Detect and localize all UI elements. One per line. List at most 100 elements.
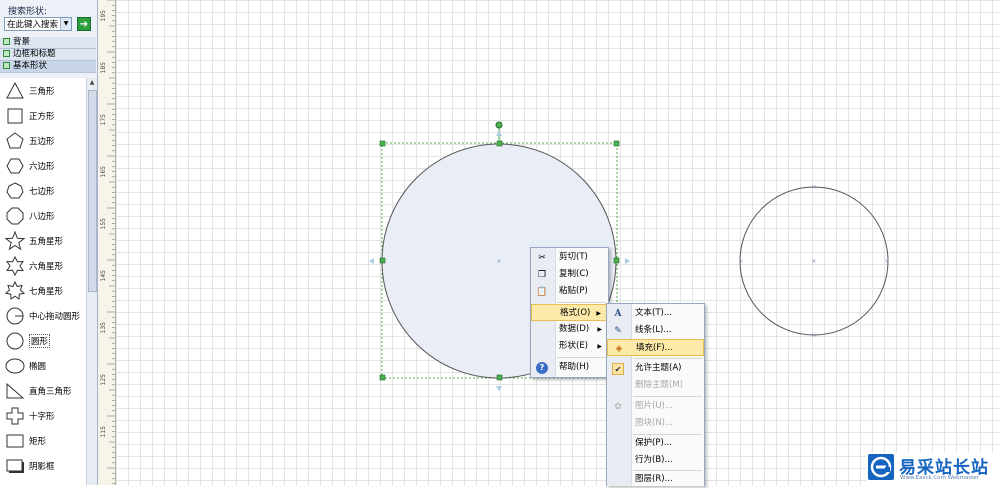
connection-point-icon: ×	[884, 258, 889, 265]
arrow-down-icon[interactable]	[496, 386, 502, 391]
ruler-label: 135	[100, 322, 107, 334]
shape-item-cross[interactable]: 十字形	[0, 403, 86, 428]
stencil-background[interactable]: 背景	[0, 37, 96, 49]
center-x-icon: ×	[811, 258, 816, 265]
resize-handle[interactable]	[379, 374, 386, 381]
submenu-item-picture: ✿ 图片(U)...	[607, 398, 704, 415]
square-icon	[7, 108, 23, 124]
submenu-item-layer[interactable]: 图层(R)...	[607, 471, 704, 488]
ruler-label: 145	[100, 270, 107, 282]
triangle-icon	[6, 81, 24, 99]
stencil-borders-titles[interactable]: 边框和标题	[0, 49, 96, 61]
menu-separator	[557, 302, 606, 303]
stencil-basic-shapes[interactable]: 基本形状	[0, 61, 96, 73]
stencil-icon	[3, 50, 10, 57]
connection-point-icon: ×	[738, 258, 743, 265]
connection-point-icon: ×	[811, 332, 816, 339]
drawing-layer: × × × × × ×	[369, 121, 890, 391]
watermark-subtitle: Www.Easck.Com Webmaster	[900, 475, 980, 481]
search-placeholder: 在此键入搜索	[7, 20, 59, 30]
submenu-arrow-icon: ▶	[596, 310, 601, 317]
resize-handle[interactable]	[379, 257, 386, 264]
resize-handle[interactable]	[379, 140, 386, 147]
submenu-item-fill[interactable]: ◈ 填充(F)...	[607, 339, 704, 356]
right-triangle-icon	[6, 382, 25, 399]
scroll-up-icon[interactable]: ▲	[87, 78, 97, 88]
shape-item-pentagon[interactable]: 五边形	[0, 128, 86, 153]
rotation-handle[interactable]	[495, 121, 503, 129]
shape-item-octagon[interactable]: 八边形	[0, 203, 86, 228]
shape-item-star7[interactable]: 七角星形	[0, 278, 86, 303]
pentagon-icon	[6, 132, 24, 149]
ruler-label: 115	[100, 426, 107, 438]
rectangle-icon	[6, 434, 24, 448]
arrow-right-icon[interactable]	[625, 258, 630, 264]
ruler-label: 175	[100, 114, 107, 126]
submenu-arrow-icon: ▶	[597, 326, 602, 333]
shape-item-right-triangle[interactable]: 直角三角形	[0, 378, 86, 403]
shape-item-square[interactable]: 正方形	[0, 103, 86, 128]
menu-separator	[633, 358, 702, 359]
submenu-item-allow-theme[interactable]: ✔ 允许主题(A)	[607, 360, 704, 377]
center-x-icon: ×	[496, 258, 501, 265]
search-label: 搜索形状:	[8, 7, 48, 17]
resize-handle[interactable]	[613, 140, 620, 147]
vertical-ruler: 195 185 175 165 155 145 135 125 115	[98, 0, 116, 485]
shape-item-star5[interactable]: 五角星形	[0, 228, 86, 253]
search-input[interactable]: 在此键入搜索 ▼	[4, 17, 72, 31]
panel-scrollbar[interactable]: ▲	[86, 78, 97, 485]
star6-icon	[6, 256, 24, 276]
ruler-label: 165	[100, 166, 107, 178]
submenu-item-behavior[interactable]: 行为(B)...	[607, 452, 704, 469]
resize-handle[interactable]	[613, 257, 620, 264]
shape-item-shadow-box[interactable]: 阴影框	[0, 453, 86, 478]
arrow-left-icon[interactable]	[369, 258, 374, 264]
shape-item-triangle[interactable]: 三角形	[0, 78, 86, 103]
center-drag-circle-icon	[6, 307, 24, 325]
shape-item-center-drag-circle[interactable]: 中心拖动圆形	[0, 303, 86, 328]
menu-item-format[interactable]: 格式(O) ▶	[531, 304, 608, 321]
shape-item-hexagon[interactable]: 六边形	[0, 153, 86, 178]
arrow-up-icon[interactable]	[496, 131, 502, 136]
scissors-icon: ✂	[538, 253, 546, 263]
copy-icon: ❐	[537, 270, 547, 280]
picture-icon: ✿	[614, 402, 622, 412]
search-go-button[interactable]: ➔	[77, 17, 91, 31]
resize-handle[interactable]	[496, 140, 503, 147]
connection-point-icon: ×	[811, 184, 816, 191]
menu-item-shape[interactable]: 形状(E) ▶	[531, 338, 608, 355]
octagon-icon	[6, 207, 24, 225]
shape-item-heptagon[interactable]: 七边形	[0, 178, 86, 203]
resize-handle[interactable]	[496, 374, 503, 381]
submenu-item-block: 图块(N)...	[635, 418, 674, 428]
shape-item-star6[interactable]: 六角星形	[0, 253, 86, 278]
menu-separator	[557, 357, 606, 358]
circle-icon	[6, 332, 24, 350]
watermark-logo: 易采站长站 Www.Easck.Com Webmaster	[866, 452, 1000, 485]
shapes-panel: 搜索形状: 在此键入搜索 ▼ ➔ 背景 边框和标题 基本形状 三角形 正方形 五…	[0, 0, 98, 485]
scroll-thumb[interactable]	[88, 90, 97, 292]
shape-list: 三角形 正方形 五边形 六边形 七边形 八边形 五角星形 六角星形 七角星形 中…	[0, 78, 86, 485]
chevron-down-icon[interactable]: ▼	[60, 18, 71, 30]
submenu-item-line[interactable]: ✎ 线条(L)...	[607, 322, 704, 339]
shape-item-circle[interactable]: 圆形	[0, 328, 86, 353]
menu-item-help[interactable]: ? 帮助(H)	[531, 359, 608, 376]
logo-e-icon	[868, 454, 894, 480]
menu-item-paste[interactable]: 📋 粘贴(P)	[531, 283, 608, 300]
submenu-item-text[interactable]: A 文本(T)...	[607, 305, 704, 322]
shape-item-rectangle[interactable]: 矩形	[0, 428, 86, 453]
submenu-item-protect[interactable]: 保护(P)...	[607, 435, 704, 452]
menu-item-data[interactable]: 数据(D) ▶	[531, 321, 608, 338]
star5-icon	[5, 231, 25, 251]
format-submenu: A 文本(T)... ✎ 线条(L)... ◈ 填充(F)... ✔ 允许主题(…	[606, 303, 705, 486]
text-icon: A	[614, 309, 622, 319]
menu-item-copy[interactable]: ❐ 复制(C)	[531, 266, 608, 283]
ruler-label: 155	[100, 218, 107, 230]
ruler-label: 195	[100, 10, 107, 22]
submenu-item-remove-theme: 删除主题(M)	[635, 380, 683, 390]
menu-item-cut[interactable]: ✂ 剪切(T)	[531, 249, 608, 266]
shape-item-ellipse[interactable]: 椭圆	[0, 353, 86, 378]
stencil-icon	[3, 62, 10, 69]
stencil-icon	[3, 38, 10, 45]
fill-icon: ◈	[615, 344, 623, 354]
